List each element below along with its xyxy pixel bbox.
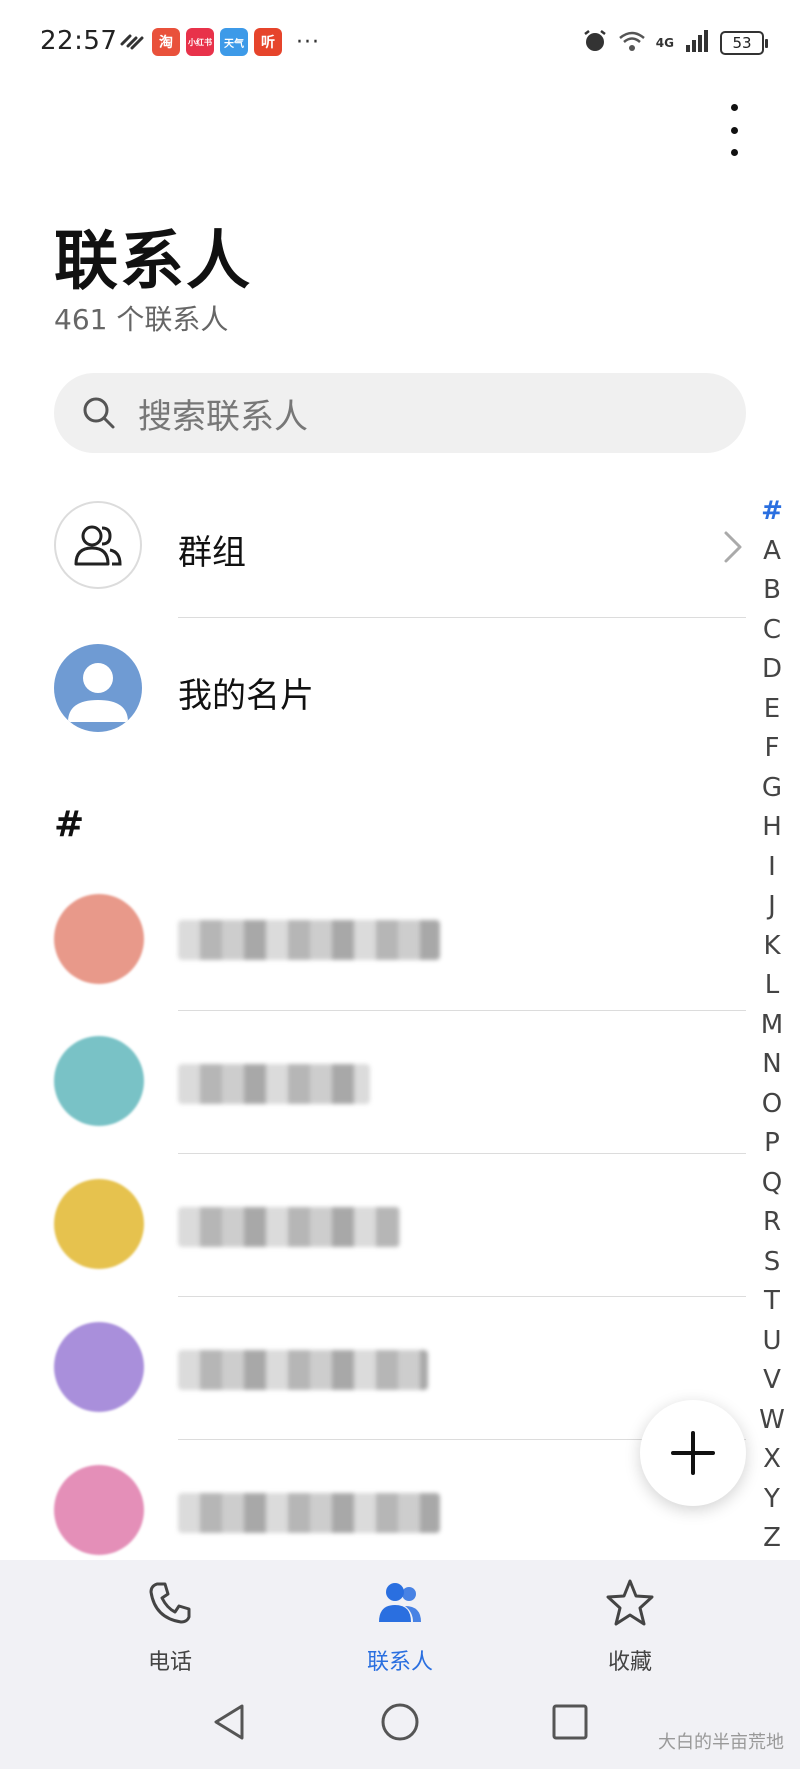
my-avatar <box>54 644 142 732</box>
index-letter[interactable]: P <box>752 1124 792 1164</box>
index-letter[interactable]: L <box>752 966 792 1006</box>
contact-avatar <box>54 894 144 984</box>
contact-name <box>178 1064 370 1104</box>
signal-icon <box>684 29 710 57</box>
index-letter[interactable]: B <box>752 571 792 611</box>
tab-contacts-label: 联系人 <box>366 1650 433 1675</box>
divider <box>178 1153 746 1154</box>
alarm-icon <box>582 28 608 58</box>
system-status: 4G 53 <box>582 28 768 58</box>
weather-app-icon: 天气 <box>220 28 248 56</box>
index-letter[interactable]: I <box>752 848 792 888</box>
contact-avatar <box>54 1036 144 1126</box>
index-letter[interactable]: N <box>752 1045 792 1085</box>
recents-icon[interactable] <box>548 1700 592 1744</box>
index-letter[interactable]: Y <box>752 1480 792 1520</box>
plus-icon <box>671 1431 715 1475</box>
index-letter[interactable]: R <box>752 1203 792 1243</box>
search-placeholder: 搜索联系人 <box>138 396 308 437</box>
tab-favorites[interactable]: 收藏 <box>560 1576 700 1676</box>
my-card-row[interactable]: 我的名片 <box>0 624 746 754</box>
index-letter[interactable]: F <box>752 729 792 769</box>
index-letter[interactable]: H <box>752 808 792 848</box>
contact-name <box>178 920 440 960</box>
more-notifications-icon: ··· <box>296 29 320 55</box>
index-letter[interactable]: C <box>752 611 792 651</box>
link-icon <box>118 26 146 58</box>
network-label: 4G <box>655 36 674 50</box>
index-letter[interactable]: K <box>752 927 792 967</box>
index-letter[interactable]: T <box>752 1282 792 1322</box>
contact-count: 461 个联系人 <box>54 303 229 336</box>
index-letter[interactable]: J <box>752 887 792 927</box>
search-icon <box>83 397 115 429</box>
contact-row[interactable] <box>0 1306 746 1436</box>
index-letter[interactable]: Q <box>752 1164 792 1204</box>
chevron-right-icon <box>724 531 742 563</box>
index-letter[interactable]: D <box>752 650 792 690</box>
index-letter[interactable]: Z <box>752 1519 792 1559</box>
contact-avatar <box>54 1179 144 1269</box>
contact-name <box>178 1493 440 1533</box>
contact-avatar <box>54 1465 144 1555</box>
index-letter[interactable]: G <box>752 769 792 809</box>
phone-icon <box>149 1582 191 1624</box>
groups-row[interactable]: 群组 <box>0 480 746 610</box>
index-letter[interactable]: E <box>752 690 792 730</box>
wifi-icon <box>618 29 646 57</box>
contact-name <box>178 1207 400 1247</box>
index-letter[interactable]: S <box>752 1243 792 1283</box>
star-icon <box>606 1579 654 1626</box>
status-bar: 22:57 淘 小红书 天气 听 ··· 4G 53 <box>0 0 800 90</box>
add-contact-button[interactable] <box>640 1400 746 1506</box>
ting-app-icon: 听 <box>254 28 282 56</box>
index-letter[interactable]: W <box>752 1401 792 1441</box>
battery-indicator: 53 <box>720 31 768 55</box>
watermark: 大白的半亩荒地 <box>658 1732 784 1753</box>
contact-avatar <box>54 1322 144 1412</box>
index-letter[interactable]: X <box>752 1440 792 1480</box>
tab-phone[interactable]: 电话 <box>100 1576 240 1676</box>
clock: 22:57 <box>40 26 118 56</box>
alphabet-index[interactable]: # A B C D E F G H I J K L M N O P Q R S … <box>752 492 792 1559</box>
index-letter[interactable]: U <box>752 1322 792 1362</box>
notification-icons: 淘 小红书 天气 听 ··· <box>118 26 320 58</box>
contact-row[interactable] <box>0 1163 746 1293</box>
groups-label: 群组 <box>178 533 246 573</box>
index-letter[interactable]: M <box>752 1006 792 1046</box>
xiaohongshu-app-icon: 小红书 <box>186 28 214 56</box>
divider <box>178 1296 746 1297</box>
index-letter[interactable]: # <box>752 492 792 532</box>
home-icon[interactable] <box>378 1700 422 1744</box>
index-letter[interactable]: V <box>752 1361 792 1401</box>
groups-icon <box>54 501 142 589</box>
divider <box>178 1010 746 1011</box>
contact-row[interactable] <box>0 880 746 1010</box>
contact-row[interactable] <box>0 1020 746 1150</box>
section-header: # <box>54 804 85 845</box>
contacts-icon <box>379 1583 421 1622</box>
divider <box>178 617 746 618</box>
contact-name <box>178 1350 428 1390</box>
tab-favorites-label: 收藏 <box>607 1650 652 1675</box>
taobao-app-icon: 淘 <box>152 28 180 56</box>
index-letter[interactable]: O <box>752 1085 792 1125</box>
search-input[interactable]: 搜索联系人 <box>54 373 746 453</box>
more-options-icon[interactable] <box>724 104 744 156</box>
tab-phone-label: 电话 <box>147 1650 192 1675</box>
index-letter[interactable]: A <box>752 532 792 572</box>
back-icon[interactable] <box>208 1700 252 1744</box>
page-title: 联系人 <box>54 225 252 299</box>
tab-contacts[interactable]: 联系人 <box>330 1576 470 1676</box>
my-card-label: 我的名片 <box>178 676 314 716</box>
